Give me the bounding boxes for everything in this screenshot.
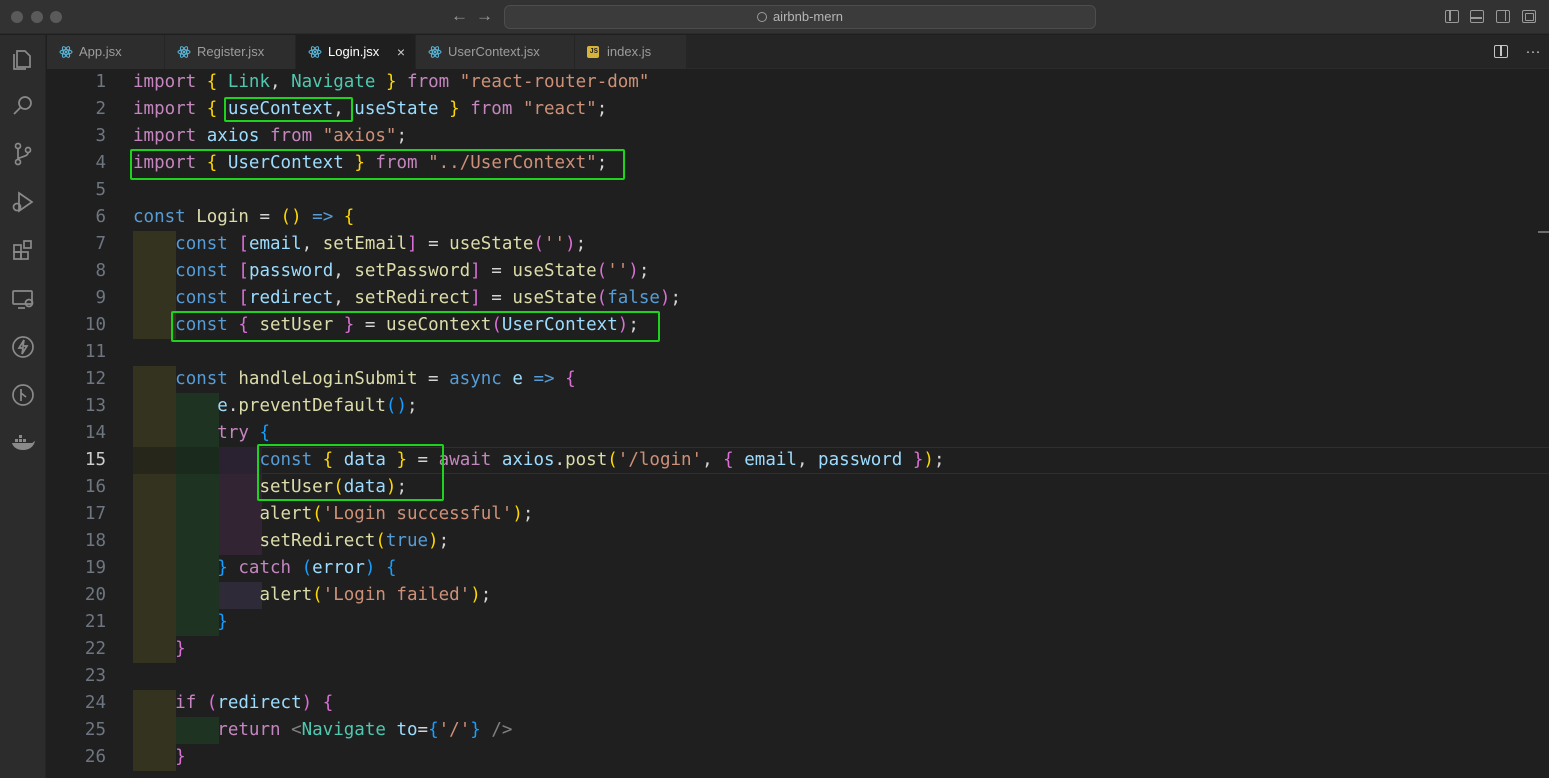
code-text: alert('Login successful');: [259, 504, 534, 524]
toggle-panel-icon[interactable]: [1470, 10, 1484, 23]
toggle-primary-sidebar-icon[interactable]: [1445, 10, 1459, 23]
react-icon: [308, 46, 322, 58]
code-line-20: 20 alert('Login failed');: [47, 582, 1549, 609]
code-text: }: [175, 639, 186, 659]
code-text: return <Navigate to={'/'} />: [217, 720, 513, 740]
code-line-23: 23: [84, 666, 106, 686]
code-text: import axios from "axios";: [133, 126, 408, 146]
workspace-name: airbnb-mern: [772, 9, 844, 24]
run-debug-icon[interactable]: [9, 188, 37, 216]
code-line-25: 25 return <Navigate to={'/'} />: [47, 717, 1549, 744]
code-text: e.preventDefault();: [217, 396, 418, 416]
code-text: const Login = () => {: [133, 207, 355, 227]
git-graph-icon[interactable]: [9, 381, 37, 409]
code-line-3: 3 import axios from "axios";: [47, 123, 1549, 150]
code-line-13: 13 e.preventDefault();: [47, 393, 1549, 420]
highlight-box-import-usercontext: [130, 149, 625, 180]
highlight-box-data-setuser: [257, 444, 444, 501]
code-line-11: 11: [84, 342, 106, 362]
react-icon: [177, 46, 191, 58]
code-line-14: 14 try {: [47, 420, 1549, 447]
code-text: const [password, setPassword] = useState…: [175, 261, 650, 281]
code-text: setRedirect(true);: [259, 531, 450, 551]
code-text: import { Link, Navigate } from "react-ro…: [133, 72, 650, 92]
code-line-8: 8 const [password, setPassword] = useSta…: [47, 258, 1549, 285]
back-arrow-icon[interactable]: ←: [451, 6, 468, 26]
editor-tab-bar: App.jsx Register.jsx Login.jsx × UserCon…: [47, 35, 1549, 69]
search-icon: [756, 12, 767, 22]
more-actions-icon[interactable]: ···: [1525, 44, 1541, 60]
react-icon: [428, 46, 442, 58]
source-control-icon[interactable]: [9, 140, 37, 168]
code-line-26: 26 }: [47, 744, 1549, 771]
code-line-19: 19 } catch (error) {: [47, 555, 1549, 582]
code-editor[interactable]: 1 import { Link, Navigate } from "react-r…: [47, 69, 1549, 778]
code-line-21: 21 }: [47, 609, 1549, 636]
activity-bar: [0, 35, 46, 778]
code-text: const [redirect, setRedirect] = useState…: [175, 288, 681, 308]
tab-app-jsx[interactable]: App.jsx: [47, 35, 165, 69]
command-center-search[interactable]: airbnb-mern: [504, 5, 1096, 29]
code-line-5: 5: [95, 180, 106, 200]
code-line-6: 6 const Login = () => {: [47, 204, 1549, 231]
code-text: if (redirect) {: [175, 693, 334, 713]
highlight-box-usecontext: [224, 97, 353, 122]
explorer-icon[interactable]: [9, 45, 37, 73]
code-text: try {: [217, 423, 270, 443]
tab-label: index.js: [607, 44, 652, 59]
tab-register-jsx[interactable]: Register.jsx: [165, 35, 296, 69]
toggle-secondary-sidebar-icon[interactable]: [1496, 10, 1510, 23]
code-text: alert('Login failed');: [259, 585, 492, 605]
code-text: } catch (error) {: [217, 558, 397, 578]
code-text: const { data } = await axios.post('/logi…: [259, 450, 945, 470]
code-line-17: 17 alert('Login successful');: [47, 501, 1549, 528]
code-text: const [email, setEmail] = useState('');: [175, 234, 587, 254]
code-line-24: 24 if (redirect) {: [47, 690, 1549, 717]
search-icon[interactable]: [9, 92, 37, 120]
js-icon: JS: [587, 46, 599, 58]
close-tab-icon[interactable]: ×: [397, 35, 405, 69]
code-text: import { useContext, useState } from "re…: [133, 99, 608, 119]
docker-icon[interactable]: [9, 429, 37, 457]
tab-label: Login.jsx: [328, 44, 380, 59]
code-text: }: [217, 612, 228, 632]
extensions-icon[interactable]: [9, 236, 37, 264]
minimize-window-button[interactable]: [31, 11, 43, 23]
react-icon: [59, 46, 73, 58]
remote-explorer-icon[interactable]: [9, 285, 37, 313]
highlight-box-setuser: [171, 311, 660, 342]
code-line-7: 7 const [email, setEmail] = useState('')…: [47, 231, 1549, 258]
tab-index-js[interactable]: JS index.js: [575, 35, 687, 69]
tab-login-jsx[interactable]: Login.jsx ×: [296, 35, 416, 69]
close-window-button[interactable]: [11, 11, 23, 23]
tab-usercontext-jsx[interactable]: UserContext.jsx: [416, 35, 575, 69]
customize-layout-icon[interactable]: [1522, 10, 1536, 23]
tab-label: App.jsx: [79, 44, 122, 59]
tab-label: Register.jsx: [197, 44, 265, 59]
thunder-client-icon[interactable]: [9, 333, 37, 361]
code-line-1: 1 import { Link, Navigate } from "react-r…: [47, 69, 1549, 96]
code-line-18: 18 setRedirect(true);: [47, 528, 1549, 555]
tab-label: UserContext.jsx: [448, 44, 540, 59]
code-line-22: 22 }: [47, 636, 1549, 663]
code-text: const handleLoginSubmit = async e => {: [175, 369, 576, 389]
code-text: }: [175, 747, 186, 767]
forward-arrow-icon[interactable]: →: [476, 6, 493, 26]
split-editor-icon[interactable]: [1494, 45, 1508, 58]
code-line-12: 12 const handleLoginSubmit = async e => …: [47, 366, 1549, 393]
code-line-9: 9 const [redirect, setRedirect] = useSta…: [47, 285, 1549, 312]
maximize-window-button[interactable]: [50, 11, 62, 23]
title-bar: ← → airbnb-mern: [0, 0, 1549, 34]
